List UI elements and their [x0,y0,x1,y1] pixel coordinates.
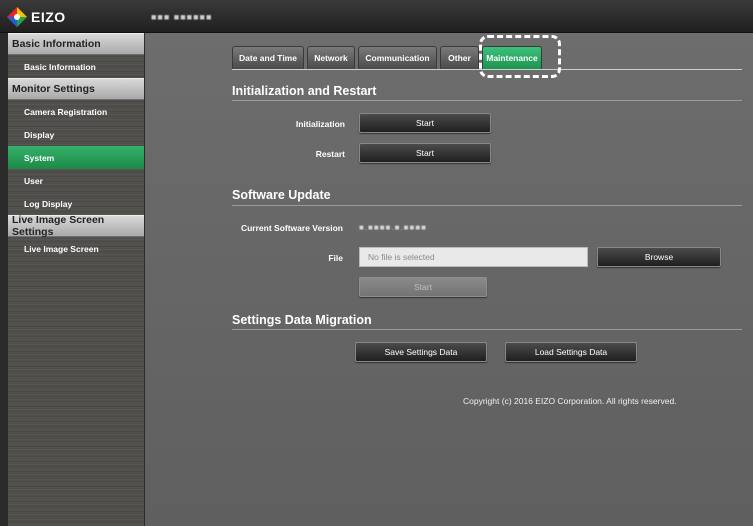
file-label: File [328,253,343,263]
sidebar-item-live-image-screen[interactable]: Live Image Screen [8,237,144,260]
section-title-initialization: Initialization and Restart [232,84,377,98]
main-panel: Date and Time Network Communication Othe… [145,33,753,526]
sidebar: Basic Information Basic Information Moni… [8,33,145,526]
copyright-text: Copyright (c) 2016 EIZO Corporation. All… [463,396,677,406]
file-path-field[interactable]: No file is selected [359,247,588,267]
load-settings-data-button[interactable]: Load Settings Data [505,342,637,362]
tab-communication[interactable]: Communication [358,46,437,69]
maintenance-tab-highlight [479,35,561,78]
section-divider [232,100,742,101]
software-update-start-button[interactable]: Start [359,277,487,297]
initialization-label: Initialization [295,119,345,129]
tab-other[interactable]: Other [440,46,479,69]
current-software-version-label: Current Software Version [240,223,343,233]
sidebar-section-basic-information: Basic Information [8,33,144,55]
device-name: ■■■ ■■■■■■ [151,12,213,22]
sidebar-item-system[interactable]: System [8,146,144,169]
sidebar-item-display[interactable]: Display [8,123,144,146]
section-title-software-update: Software Update [232,188,331,202]
eizo-logo: EIZO [6,6,66,28]
eizo-logo-mark-icon [7,7,27,27]
sidebar-item-log-display[interactable]: Log Display [8,192,144,215]
sidebar-section-live-image-screen-settings: Live Image Screen Settings [8,214,144,238]
tab-network[interactable]: Network [307,46,355,69]
sidebar-item-basic-information[interactable]: Basic Information [8,55,144,78]
initialization-start-button[interactable]: Start [359,113,491,133]
current-software-version-value: ■.■■■■.■.■■■■ [359,223,427,232]
section-divider [232,205,742,206]
save-settings-data-button[interactable]: Save Settings Data [355,342,487,362]
top-bar: EIZO ■■■ ■■■■■■ [0,0,753,33]
browse-button[interactable]: Browse [597,247,721,267]
tab-date-and-time[interactable]: Date and Time [232,46,304,69]
restart-start-button[interactable]: Start [359,143,491,163]
restart-label: Restart [315,149,345,159]
section-divider [232,329,742,330]
section-title-settings-data-migration: Settings Data Migration [232,313,372,327]
sidebar-item-camera-registration[interactable]: Camera Registration [8,100,144,123]
sidebar-section-monitor-settings: Monitor Settings [8,78,144,100]
sidebar-item-user[interactable]: User [8,169,144,192]
brand-name: EIZO [31,9,66,25]
